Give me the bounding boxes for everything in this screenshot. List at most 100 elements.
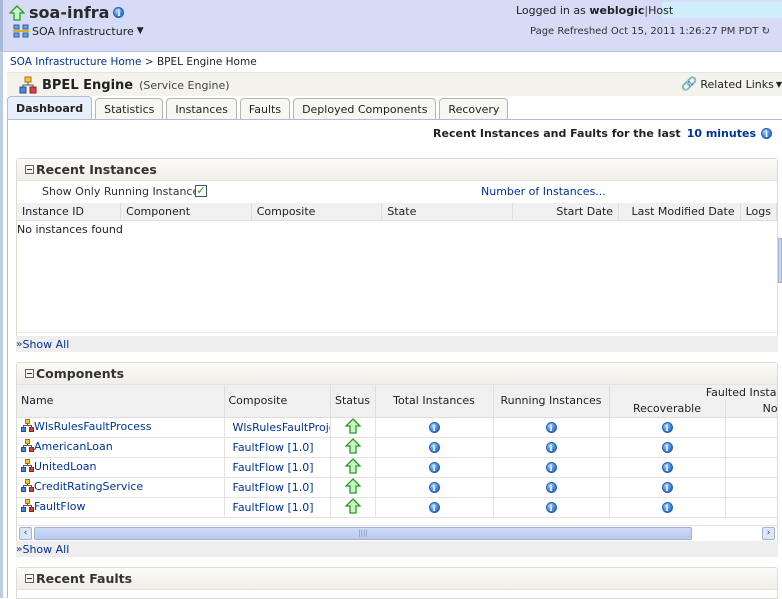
- recent-instances-panel: Recent Instances Show Only Running Insta…: [16, 158, 778, 351]
- composite-link[interactable]: FaultFlow [1.0]: [233, 441, 314, 454]
- table-row: WlsRulesFaultProcess WlsRulesFaultProjec i…: [17, 417, 777, 438]
- breadcrumb-soa-home[interactable]: SOA Infrastructure Home: [10, 56, 141, 68]
- table-header-row: Name Composite Status Total Instances Ru…: [17, 385, 777, 418]
- breadcrumb: SOA Infrastructure Home > BPEL Engine Ho…: [10, 56, 257, 68]
- tab-recovery[interactable]: Recovery: [439, 98, 509, 120]
- recent-instances-header[interactable]: Recent Instances: [17, 159, 777, 181]
- col-non-recoverable[interactable]: Non Re: [725, 400, 777, 418]
- status-up-icon: [343, 417, 362, 437]
- table-row: FaultFlow FaultFlow [1.0] i i i: [17, 497, 777, 518]
- info-icon[interactable]: i: [661, 482, 673, 493]
- col-logs[interactable]: Logs: [740, 203, 778, 221]
- component-name-cell: CreditRatingService: [17, 477, 225, 498]
- target-menu[interactable]: SOA Infrastructure ▼: [13, 24, 144, 38]
- col-total-instances[interactable]: Total Instances: [375, 385, 494, 418]
- show-all-link[interactable]: Show All: [22, 338, 69, 351]
- info-icon[interactable]: i: [661, 462, 673, 473]
- tab-faults[interactable]: Faults: [239, 98, 291, 120]
- col-composite[interactable]: Composite: [224, 385, 331, 418]
- component-name-cell: UnitedLoan: [17, 457, 225, 478]
- component-name-link[interactable]: FaultFlow: [34, 500, 86, 513]
- component-name-link[interactable]: WlsRulesFaultProcess: [34, 420, 151, 433]
- component-name-link[interactable]: AmericanLoan: [34, 440, 113, 453]
- status-cell: [330, 477, 376, 498]
- component-name-link[interactable]: UnitedLoan: [34, 460, 97, 473]
- info-icon[interactable]: i: [545, 462, 557, 473]
- info-icon[interactable]: i: [661, 422, 673, 433]
- recent-instances-show-all[interactable]: » Show All: [16, 336, 778, 352]
- col-running-instances[interactable]: Running Instances: [493, 385, 610, 418]
- col-composite[interactable]: Composite: [251, 203, 383, 221]
- running-only-label: Show Only Running Instances: [42, 185, 205, 198]
- recent-faults-header[interactable]: Recent Faults: [17, 568, 777, 590]
- col-recoverable[interactable]: Recoverable: [609, 400, 726, 418]
- bpel-engine-icon: [19, 76, 37, 94]
- composite-link[interactable]: FaultFlow [1.0]: [233, 481, 314, 494]
- dashboard-content: Recent Instances and Faults for the last…: [7, 119, 782, 599]
- show-all-link[interactable]: Show All: [22, 543, 69, 556]
- collapse-icon[interactable]: [25, 369, 34, 378]
- vertical-scrollbar[interactable]: [778, 238, 782, 283]
- col-instance-id[interactable]: Instance ID: [17, 203, 122, 221]
- col-component[interactable]: Component: [120, 203, 252, 221]
- refresh-icon[interactable]: ↻: [762, 26, 770, 37]
- bpel-component-icon: [21, 459, 34, 475]
- info-icon[interactable]: i: [661, 442, 673, 453]
- collapse-icon[interactable]: [25, 165, 34, 174]
- total-instances-cell: i: [375, 457, 494, 478]
- scroll-thumb[interactable]: ||||: [34, 527, 692, 540]
- info-icon[interactable]: i: [113, 7, 125, 18]
- info-icon[interactable]: i: [661, 502, 673, 513]
- table-header-row: Instance ID Component Composite State St…: [17, 203, 778, 221]
- composite-link[interactable]: FaultFlow [1.0]: [233, 461, 314, 474]
- running-only-checkbox[interactable]: ✓: [195, 185, 207, 197]
- recent-period-link[interactable]: 10 minutes: [687, 127, 756, 140]
- tab-deployed-components[interactable]: Deployed Components: [293, 98, 437, 120]
- info-icon[interactable]: i: [545, 502, 557, 513]
- info-icon[interactable]: i: [428, 502, 440, 513]
- login-info: Logged in as weblogic|Host: [516, 4, 674, 17]
- tab-instances[interactable]: Instances: [166, 98, 237, 120]
- info-icon[interactable]: i: [761, 128, 772, 139]
- tab-statistics[interactable]: Statistics: [95, 98, 164, 120]
- horizontal-scrollbar[interactable]: ‹ |||| ›: [17, 525, 777, 541]
- non-recoverable-cell: [725, 457, 777, 478]
- info-icon[interactable]: i: [428, 442, 440, 453]
- recoverable-cell: i: [609, 417, 726, 438]
- related-links-menu[interactable]: 🔗 Related Links ▼: [681, 77, 782, 92]
- recent-faults-title: Recent Faults: [36, 571, 133, 586]
- total-instances-cell: i: [375, 417, 494, 438]
- col-state[interactable]: State: [381, 203, 513, 221]
- recoverable-cell: i: [609, 457, 726, 478]
- col-last-modified-date[interactable]: Last Modified Date: [618, 203, 741, 221]
- tab-bar: Dashboard Statistics Instances Faults De…: [7, 96, 511, 120]
- col-name[interactable]: Name: [17, 385, 225, 418]
- recent-instances-body: No instances found: [17, 221, 777, 333]
- info-icon[interactable]: i: [545, 482, 557, 493]
- components-header[interactable]: Components: [17, 363, 777, 385]
- component-name-cell: FaultFlow: [17, 497, 225, 518]
- info-icon[interactable]: i: [428, 482, 440, 493]
- collapse-icon[interactable]: [25, 574, 34, 583]
- non-recoverable-cell: [725, 437, 777, 458]
- composite-link[interactable]: WlsRulesFaultProjec: [233, 421, 330, 434]
- recent-period-prefix: Recent Instances and Faults for the last: [433, 127, 681, 140]
- scroll-right-arrow[interactable]: ›: [762, 527, 775, 540]
- col-status[interactable]: Status: [330, 385, 376, 418]
- status-up-icon: [9, 4, 25, 21]
- info-icon[interactable]: i: [545, 422, 557, 433]
- status-cell: [330, 457, 376, 478]
- col-start-date[interactable]: Start Date: [512, 203, 620, 221]
- tab-dashboard[interactable]: Dashboard: [7, 96, 93, 120]
- component-name-cell: AmericanLoan: [17, 437, 225, 458]
- info-icon[interactable]: i: [545, 442, 557, 453]
- scroll-left-arrow[interactable]: ‹: [19, 527, 32, 540]
- composite-link[interactable]: FaultFlow [1.0]: [233, 501, 314, 514]
- info-icon[interactable]: i: [428, 422, 440, 433]
- table-row: CreditRatingService FaultFlow [1.0] i i i: [17, 477, 777, 498]
- col-faulted-instances: Faulted Instances: [609, 385, 777, 401]
- info-icon[interactable]: i: [428, 462, 440, 473]
- number-of-instances-link[interactable]: Number of Instances...: [481, 185, 606, 198]
- components-show-all[interactable]: » Show All: [16, 541, 778, 557]
- component-name-link[interactable]: CreditRatingService: [34, 480, 143, 493]
